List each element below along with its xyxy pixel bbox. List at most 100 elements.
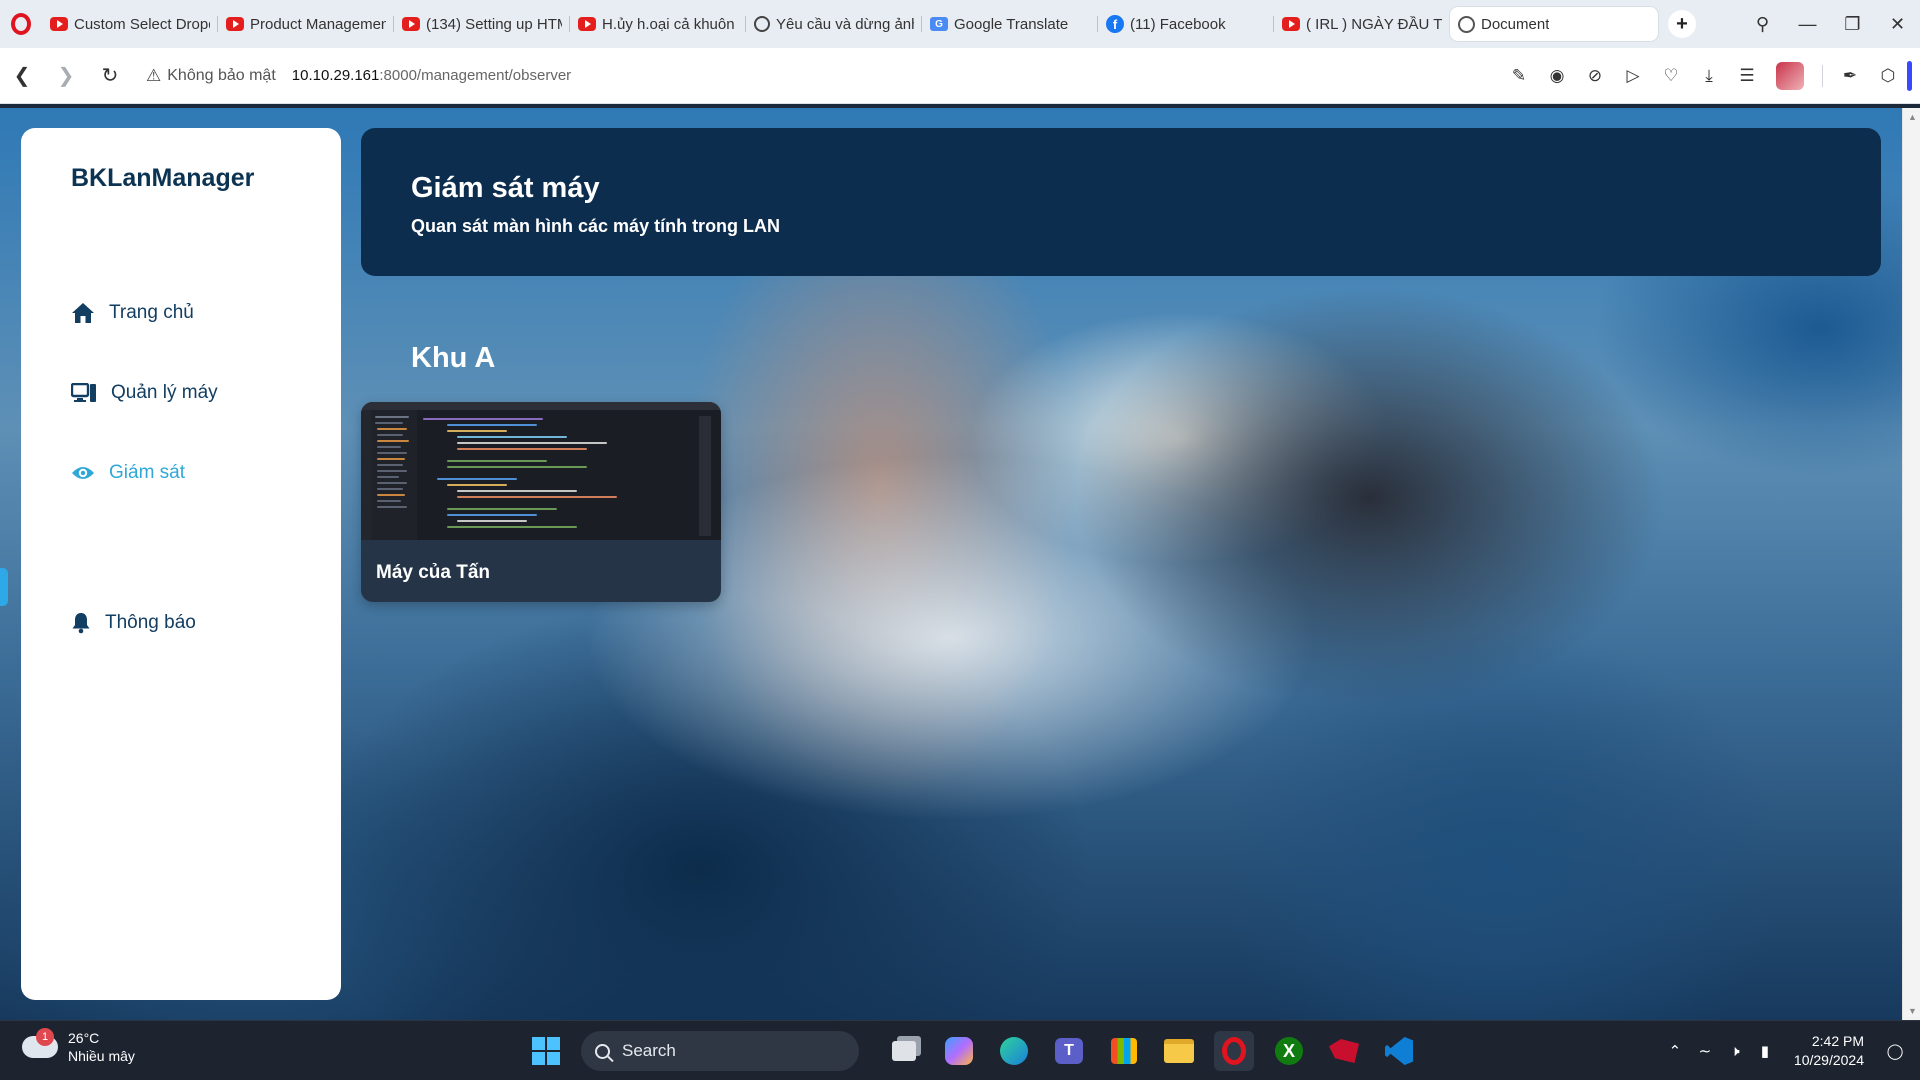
minimize-icon[interactable]: — [1785, 14, 1830, 35]
browser-tab[interactable]: Yêu cầu và dừng ảnh [746, 7, 922, 41]
send-icon[interactable]: ▷ [1614, 66, 1652, 86]
edit-icon[interactable]: ✎ [1500, 66, 1538, 86]
machine-card[interactable]: Máy của Tấn [361, 402, 721, 602]
page-header: Giám sát máy Quan sát màn hình các máy t… [361, 128, 1881, 276]
sidebar-item-home[interactable]: Trang chủ [71, 302, 194, 324]
close-icon[interactable]: ✕ [1875, 14, 1920, 35]
temperature: 26°C [68, 1030, 100, 1046]
cloud-icon: 1 [22, 1028, 58, 1058]
page-scrollbar[interactable]: ▲ ▼ [1902, 108, 1920, 1020]
browser-tab[interactable]: H.ủy h.oại cả khuôn [570, 7, 746, 41]
clock[interactable]: 2:42 PM 10/29/2024 [1794, 1032, 1864, 1070]
browser-tab[interactable]: Product Managemen [218, 7, 394, 41]
start-button[interactable] [526, 1031, 566, 1071]
sidebar-item-label: Giám sát [109, 462, 186, 483]
eyedropper-icon[interactable]: ✒ [1831, 66, 1869, 86]
home-icon [72, 303, 94, 323]
url-path: :8000/management/observer [379, 67, 572, 84]
file-explorer-icon[interactable] [1159, 1031, 1199, 1071]
battery-icon[interactable]: ▮ [1750, 1042, 1780, 1060]
youtube-icon [226, 17, 244, 31]
download-icon[interactable]: ⤓ [1690, 66, 1728, 86]
volume-muted-icon[interactable]: 🕨 [1720, 1043, 1750, 1060]
wifi-icon[interactable]: ∼ [1690, 1042, 1720, 1060]
youtube-icon [402, 17, 420, 31]
tab-label: ( IRL ) NGÀY ĐẦU TIÊ [1306, 15, 1442, 33]
chevron-up-icon[interactable]: ⌃ [1660, 1042, 1690, 1060]
easy-setup-icon[interactable]: ☰ [1728, 66, 1766, 86]
tab-label: Custom Select Dropd [74, 15, 210, 33]
search-tabs-icon[interactable]: ⚲ [1740, 14, 1785, 35]
sidebar-item-machines[interactable]: Quản lý máy [71, 382, 218, 404]
reload-icon[interactable]: ↻ [88, 63, 132, 88]
taskbar-apps: Search T X [526, 1031, 1434, 1071]
tab-label: (11) Facebook [1130, 15, 1226, 33]
adblock-icon[interactable]: ⊘ [1576, 66, 1614, 86]
clock-time: 2:42 PM [1811, 1033, 1864, 1049]
url-field[interactable]: 10.10.29.161:8000/management/observer [292, 67, 571, 84]
sidebar-edge-handle[interactable] [0, 568, 8, 606]
page-title: Giám sát máy [411, 172, 600, 204]
teams-icon[interactable]: T [1049, 1031, 1089, 1071]
divider [1822, 65, 1823, 87]
tab-label: (134) Setting up HTM [426, 15, 562, 33]
xbox-icon[interactable]: X [1269, 1031, 1309, 1071]
restore-icon[interactable]: ❐ [1830, 14, 1875, 35]
tab-label: Yêu cầu và dừng ảnh [776, 15, 914, 33]
camera-icon[interactable]: ◉ [1538, 66, 1576, 86]
sidebar-item-label: Thông báo [105, 612, 196, 633]
tab-label: H.ủy h.oại cả khuôn [602, 15, 735, 33]
sidebar-toggle[interactable] [1907, 61, 1912, 91]
scroll-down-icon[interactable]: ▼ [1908, 1006, 1917, 1016]
vscode-icon[interactable] [1379, 1031, 1419, 1071]
sidebar: BKLanManager Trang chủ Quản lý máy Giám [21, 128, 341, 1000]
facebook-icon: f [1106, 15, 1124, 33]
opera-logo-icon [11, 13, 31, 35]
system-tray: ⌃ ∼ 🕨 ▮ 2:42 PM 10/29/2024 ◯ [1660, 1021, 1910, 1080]
sidebar-item-label: Trang chủ [109, 302, 194, 323]
browser-tab[interactable]: f (11) Facebook [1098, 7, 1274, 41]
forward-icon[interactable]: ❯ [44, 63, 88, 88]
store-icon[interactable] [1104, 1031, 1144, 1071]
brand-title: BKLanManager [71, 164, 255, 192]
back-icon[interactable]: ❮ [0, 63, 44, 88]
machine-screen-thumbnail [361, 402, 721, 540]
game-app-icon[interactable] [1324, 1031, 1364, 1071]
security-indicator[interactable]: ⚠ Không bảo mật [146, 66, 276, 86]
clock-date: 10/29/2024 [1793, 1052, 1864, 1068]
profile-avatar[interactable] [1776, 62, 1804, 90]
opera-icon[interactable] [1214, 1031, 1254, 1071]
address-bar: ❮ ❯ ↻ ⚠ Không bảo mật 10.10.29.161:8000/… [0, 48, 1920, 104]
window-controls: ⚲ — ❐ ✕ [1740, 0, 1920, 48]
zone-title: Khu A [411, 342, 496, 374]
page-viewport: BKLanManager Trang chủ Quản lý máy Giám [0, 108, 1902, 1020]
edge-icon[interactable] [994, 1031, 1034, 1071]
weather-widget[interactable]: 1 26°C Nhiều mây [22, 1028, 135, 1065]
heart-icon[interactable]: ♡ [1652, 66, 1690, 86]
windows-logo-icon [532, 1037, 560, 1065]
notification-bell-icon[interactable]: ◯ [1880, 1042, 1910, 1060]
browser-tab-active[interactable]: Document [1450, 7, 1658, 41]
browser-tab[interactable]: G Google Translate [922, 7, 1098, 41]
extensions-cube-icon[interactable]: ⬡ [1869, 66, 1907, 86]
opera-menu-button[interactable] [0, 0, 42, 48]
task-view-icon[interactable] [884, 1031, 924, 1071]
weather-condition: Nhiều mây [68, 1048, 135, 1064]
browser-tab[interactable]: (134) Setting up HTM [394, 7, 570, 41]
globe-icon [1458, 15, 1475, 33]
search-placeholder: Search [622, 1041, 676, 1060]
taskbar-search[interactable]: Search [581, 1031, 859, 1071]
scroll-up-icon[interactable]: ▲ [1908, 112, 1917, 122]
sidebar-item-notifications[interactable]: Thông báo [71, 612, 196, 634]
computer-icon [71, 383, 96, 402]
sidebar-item-monitor[interactable]: Giám sát [71, 462, 185, 484]
tab-label: Product Managemen [250, 15, 386, 33]
browser-tab-strip: Custom Select Dropd Product Managemen (1… [0, 0, 1920, 48]
browser-tab[interactable]: ( IRL ) NGÀY ĐẦU TIÊ [1274, 7, 1450, 41]
url-host: 10.10.29.161 [291, 67, 380, 84]
copilot-icon[interactable] [939, 1031, 979, 1071]
sidebar-item-label: Quản lý máy [111, 382, 218, 403]
new-tab-button[interactable]: + [1668, 10, 1696, 38]
browser-tab[interactable]: Custom Select Dropd [42, 7, 218, 41]
eye-icon [72, 467, 94, 479]
